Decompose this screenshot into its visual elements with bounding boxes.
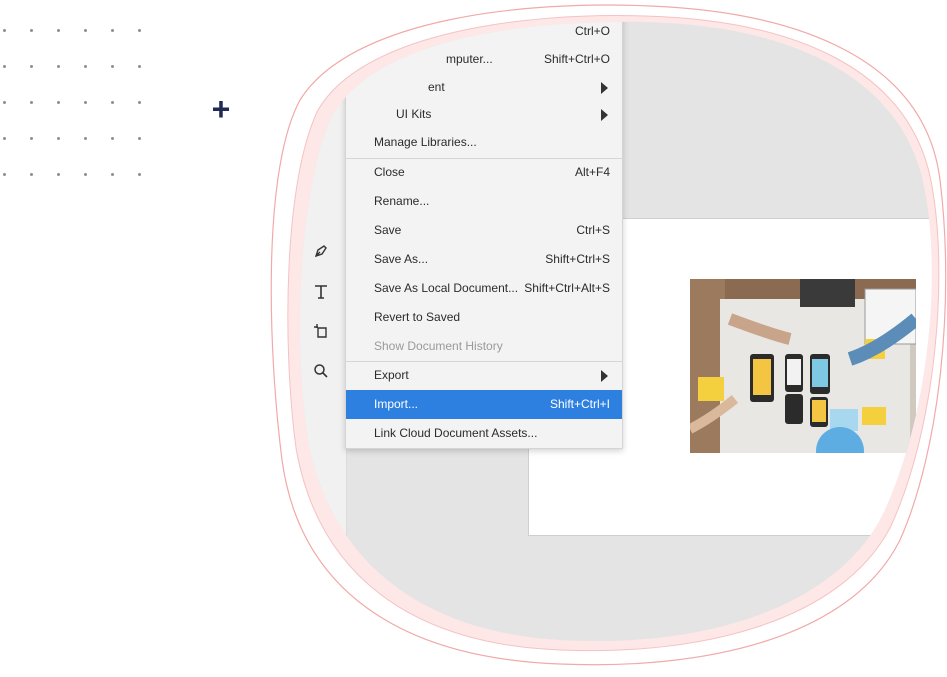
- menu-item-save[interactable]: Save Ctrl+S: [346, 216, 622, 245]
- menu-shortcut: Shift+Ctrl+S: [545, 252, 610, 266]
- menu-item-import[interactable]: Import... Shift+Ctrl+I: [346, 390, 622, 419]
- menu-shortcut: Shift+Ctrl+Alt+S: [524, 281, 610, 295]
- menu-shortcut: Shift+Ctrl+I: [549, 397, 610, 411]
- submenu-arrow-icon: [601, 109, 608, 121]
- menu-item-revert-to-saved[interactable]: Revert to Saved: [346, 303, 622, 332]
- menu-shortcut: Ctrl+O: [574, 24, 610, 38]
- artboard-icon[interactable]: [310, 320, 332, 342]
- menu-item-link-cloud-assets[interactable]: Link Cloud Document Assets...: [346, 419, 622, 448]
- menu-shortcut: Ctrl+S: [576, 223, 610, 237]
- pen-icon[interactable]: [310, 240, 332, 262]
- menu-item-close[interactable]: Close Alt+F4: [346, 158, 622, 187]
- text-icon[interactable]: [310, 281, 332, 303]
- file-menu: Ctrl+O mputer... Shift+Ctrl+O ent UI Kit…: [345, 16, 623, 449]
- menu-shortcut: Shift+Ctrl+O: [543, 52, 610, 66]
- menu-item-show-document-history: Show Document History: [374, 339, 503, 353]
- canvas-photo[interactable]: [690, 279, 916, 453]
- menu-item-ui-kits[interactable]: UI Kits: [346, 100, 622, 129]
- menu-shortcut: Alt+F4: [574, 165, 610, 179]
- submenu-arrow-icon: [601, 370, 608, 382]
- menu-item-manage-libraries[interactable]: Manage Libraries...: [346, 128, 622, 157]
- menu-item-export[interactable]: Export: [346, 361, 622, 390]
- zoom-icon[interactable]: [310, 360, 332, 382]
- menu-item-document-submenu[interactable]: ent: [346, 73, 622, 102]
- menu-item-save-as[interactable]: Save As... Shift+Ctrl+S: [346, 245, 622, 274]
- menu-item-save-as-local[interactable]: Save As Local Document... Shift+Ctrl+Alt…: [346, 274, 622, 303]
- submenu-arrow-icon: [601, 82, 608, 94]
- menu-item-rename[interactable]: Rename...: [346, 187, 622, 216]
